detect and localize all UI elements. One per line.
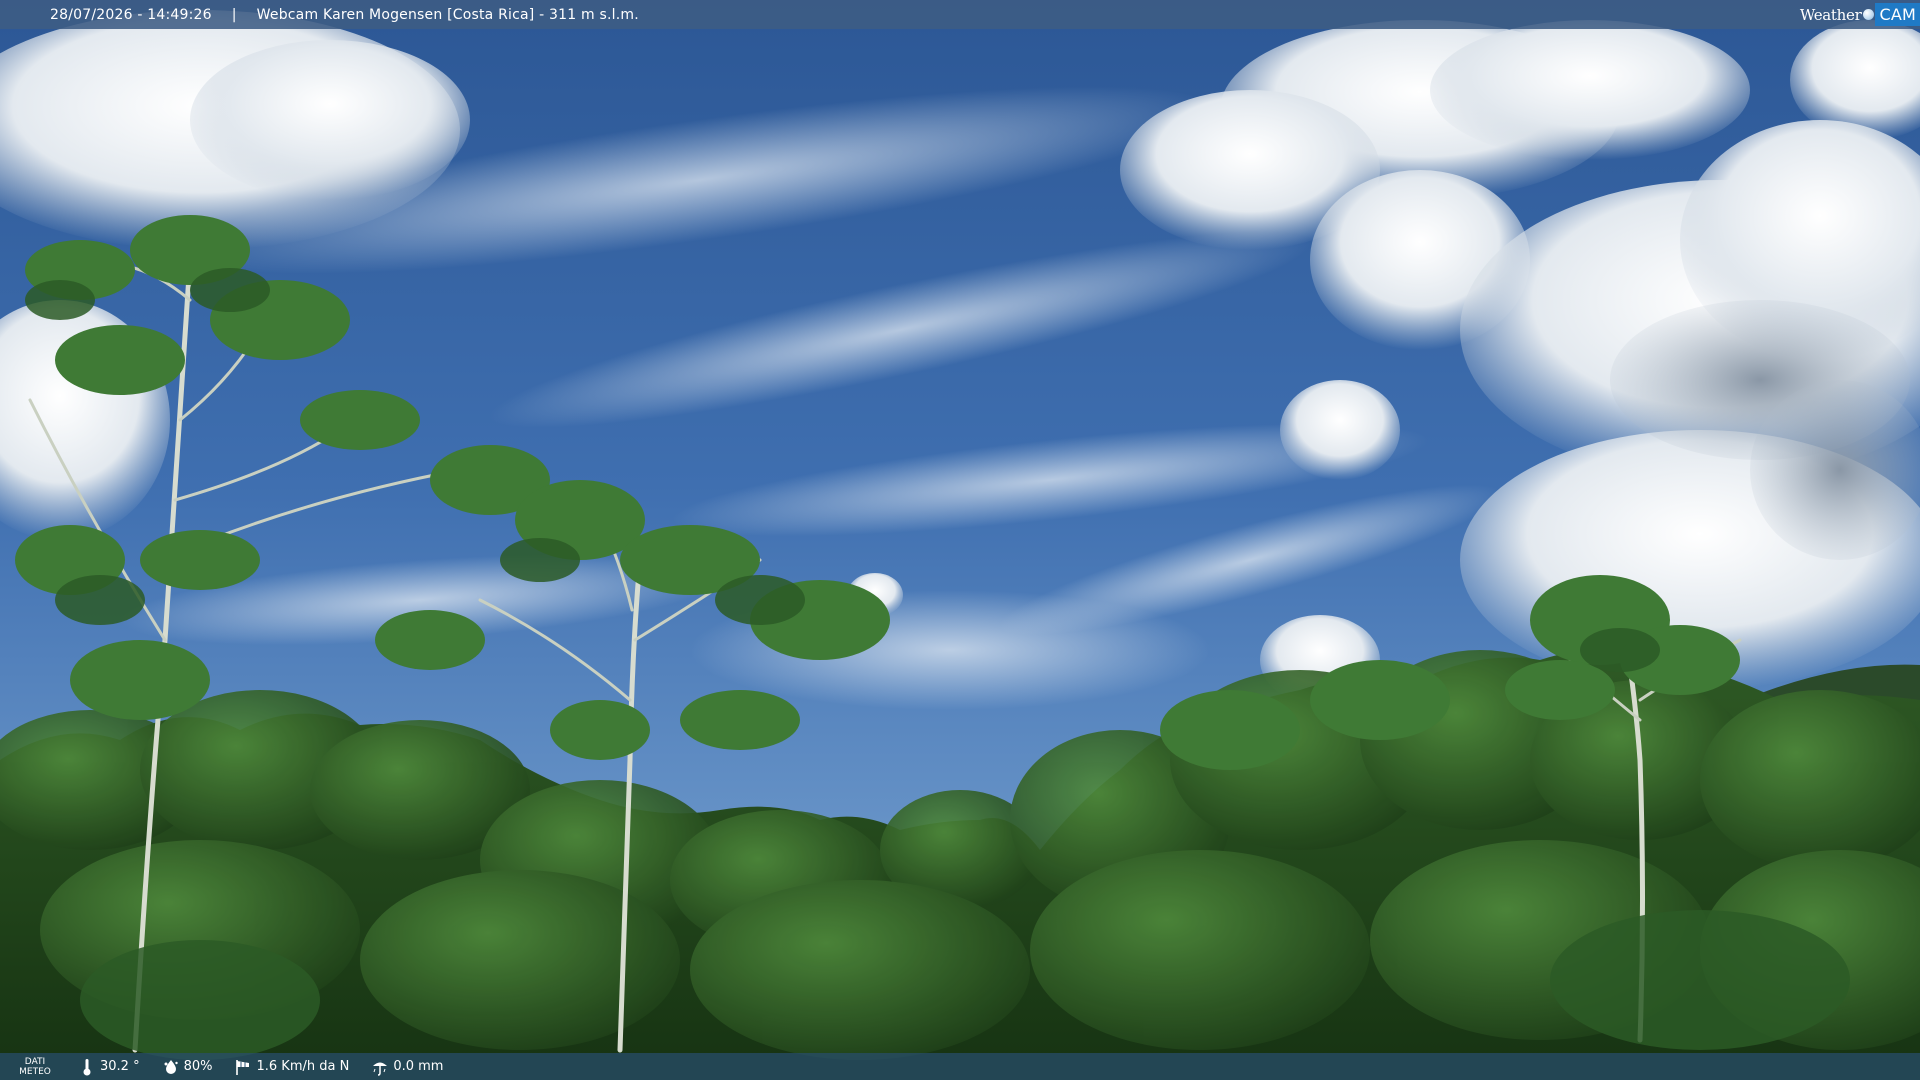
logo-cam-text: CAM — [1875, 3, 1920, 26]
meteo-label-line2: METEO — [19, 1066, 51, 1077]
top-info-bar: 28/07/2026 - 14:49:26 | Webcam Karen Mog… — [0, 0, 1920, 29]
rain-gauge-icon — [371, 1058, 389, 1076]
webcam-frame: 28/07/2026 - 14:49:26 | Webcam Karen Mog… — [0, 0, 1920, 1080]
wind-value: 1.6 Km/h da N — [256, 1059, 350, 1074]
meteo-label: DATI METEO — [0, 1057, 70, 1077]
webcam-title: Webcam Karen Mogensen [Costa Rica] - 311… — [256, 6, 639, 23]
meteo-label-line1: DATI — [24, 1056, 46, 1067]
capture-datetime: 28/07/2026 - 14:49:26 — [50, 6, 212, 23]
title-separator: | — [231, 6, 237, 23]
webcam-image — [0, 0, 1920, 1080]
humidity-reading: 80% — [162, 1058, 213, 1076]
rain-value: 0.0 mm — [393, 1059, 444, 1074]
temperature-reading: 30.2 ° — [78, 1058, 140, 1076]
windsock-icon — [234, 1058, 252, 1076]
thermometer-icon — [78, 1058, 96, 1076]
rain-reading: 0.0 mm — [371, 1058, 443, 1076]
logo-weather-text: Weather — [1799, 5, 1862, 24]
weathercam-logo: Weather CAM — [1800, 2, 1920, 27]
temperature-value: 30.2 ° — [100, 1059, 140, 1074]
meteo-data-bar: DATI METEO 30.2 ° 80% 1.6 Km/h da N 0.0 … — [0, 1053, 1920, 1080]
humidity-drop-icon — [162, 1058, 180, 1076]
wind-reading: 1.6 Km/h da N — [234, 1058, 349, 1076]
logo-sun-icon — [1863, 9, 1875, 20]
humidity-value: 80% — [183, 1059, 213, 1074]
